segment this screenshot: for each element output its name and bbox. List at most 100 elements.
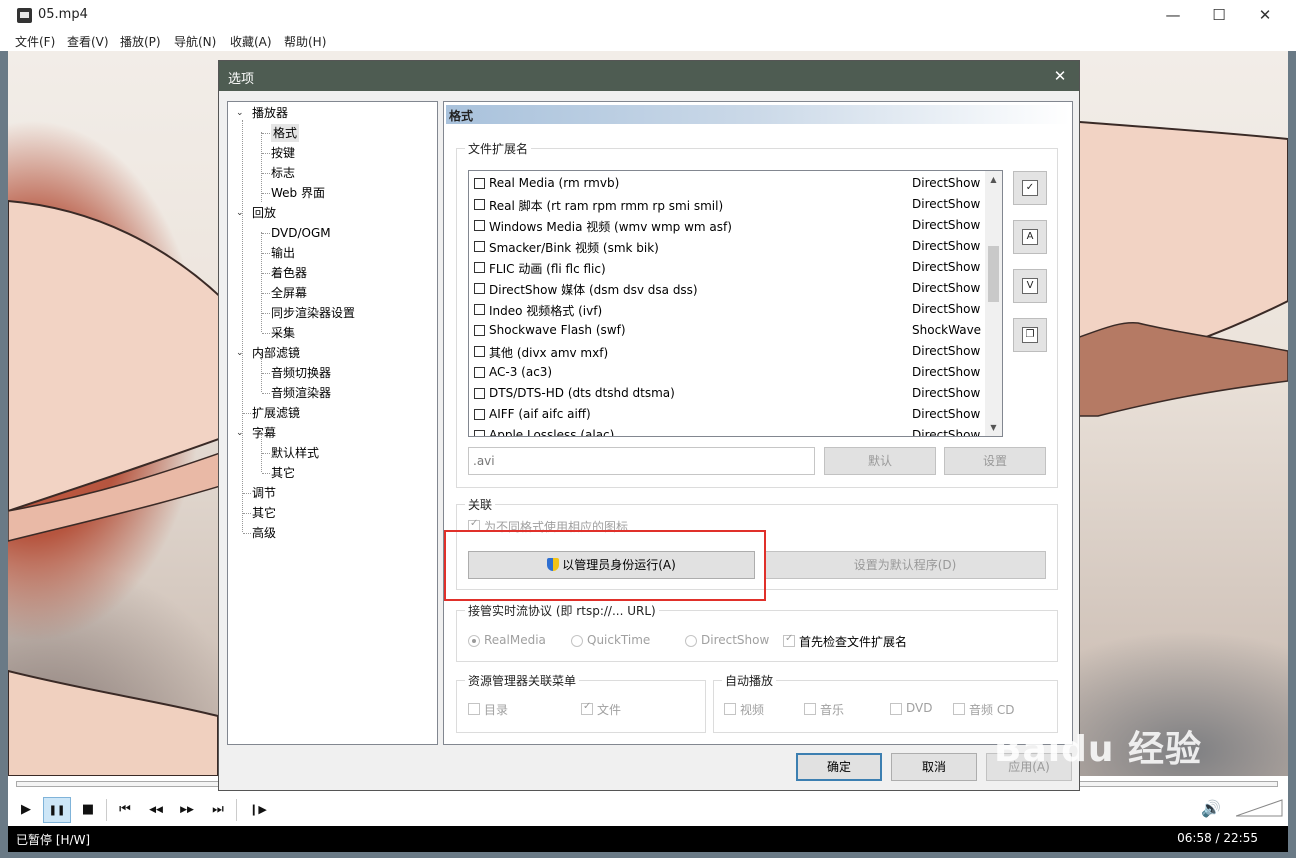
format-row[interactable]: AIFF (aif aifc aiff) DirectShow	[469, 404, 986, 425]
explorer-file-checkbox[interactable]	[581, 701, 593, 715]
default-button[interactable]: 默认	[824, 447, 936, 475]
tree-expand-icon[interactable]: ⌄	[236, 104, 244, 122]
autoplay-audiocd-checkbox[interactable]	[953, 703, 965, 715]
tree-item[interactable]: 其它	[252, 504, 276, 522]
previous-button[interactable]: ⏮	[111, 797, 139, 823]
format-checkbox[interactable]	[474, 367, 485, 378]
format-checkbox[interactable]	[474, 430, 485, 436]
tree-item[interactable]: 标志	[271, 164, 295, 182]
format-checkbox[interactable]	[474, 346, 485, 357]
format-checkbox[interactable]	[474, 178, 485, 189]
close-window-button[interactable]: ✕	[1242, 0, 1288, 31]
extension-input[interactable]: .avi	[468, 447, 815, 475]
video-formats-button[interactable]: V	[1013, 269, 1047, 303]
format-row[interactable]: AC-3 (ac3) DirectShow	[469, 362, 986, 383]
format-row[interactable]: Windows Media 视频 (wmv wmp wm asf) DirectS…	[469, 215, 986, 236]
list-scrollbar[interactable]: ▲ ▼	[985, 171, 1002, 436]
format-row[interactable]: Real Media (rm rmvb) DirectShow	[469, 173, 986, 194]
format-checkbox[interactable]	[474, 388, 485, 399]
tree-item[interactable]: 输出	[271, 244, 295, 262]
tree-item[interactable]: 扩展滤镜	[252, 404, 300, 422]
format-row[interactable]: Real 脚本 (rt ram rpm rmm rp smi smil) Dire…	[469, 194, 986, 215]
format-row[interactable]: Smacker/Bink 视频 (smk bik) DirectShow	[469, 236, 986, 257]
format-row[interactable]: 其他 (divx amv mxf) DirectShow	[469, 341, 986, 362]
tree-item[interactable]: 高级	[252, 524, 276, 542]
page-header-title: 格式	[449, 109, 474, 123]
tree-item[interactable]: 回放	[252, 204, 276, 222]
format-list[interactable]: Real Media (rm rmvb) DirectShow Real 脚本 (r…	[468, 170, 1003, 437]
tree-item[interactable]: DVD/OGM	[271, 224, 331, 242]
scroll-down-icon[interactable]: ▼	[985, 419, 1002, 436]
play-button[interactable]: ▶	[12, 797, 40, 823]
menu-favorites[interactable]: 收藏(A)	[230, 33, 272, 50]
autoplay-video-checkbox[interactable]	[724, 703, 736, 715]
ok-button[interactable]: 确定	[796, 753, 882, 781]
copy-formats-button[interactable]: ❐	[1013, 318, 1047, 352]
check-extension-first-checkbox[interactable]	[783, 633, 795, 647]
tree-item[interactable]: 其它	[271, 464, 295, 482]
tree-expand-icon[interactable]: ⌄	[236, 204, 244, 222]
audio-formats-button[interactable]: A	[1013, 220, 1047, 254]
tree-item[interactable]: 同步渲染器设置	[271, 304, 355, 322]
separator	[236, 799, 237, 821]
scroll-up-icon[interactable]: ▲	[985, 171, 1002, 188]
maximize-button[interactable]: ☐	[1196, 0, 1242, 31]
tree-item[interactable]: 字幕	[252, 424, 276, 442]
explorer-folder-checkbox[interactable]	[468, 703, 480, 715]
stop-button[interactable]: ■	[74, 797, 102, 823]
format-row[interactable]: Indeo 视频格式 (ivf) DirectShow	[469, 299, 986, 320]
scroll-thumb[interactable]	[988, 246, 999, 302]
tree-expand-icon[interactable]: ⌄	[236, 424, 244, 442]
format-checkbox[interactable]	[474, 283, 485, 294]
cancel-button[interactable]: 取消	[891, 753, 977, 781]
minimize-button[interactable]: —	[1150, 0, 1196, 31]
next-button[interactable]: ⏭	[204, 797, 232, 823]
rewind-button[interactable]: ◀◀	[142, 797, 170, 823]
autoplay-dvd-checkbox[interactable]	[890, 703, 902, 715]
set-default-program-button[interactable]: 设置为默认程序(D)	[764, 551, 1046, 579]
format-row[interactable]: FLIC 动画 (fli flc flic) DirectShow	[469, 257, 986, 278]
pause-button[interactable]: ❚❚	[43, 797, 71, 823]
radio-directshow[interactable]	[685, 635, 697, 647]
settings-button[interactable]: 设置	[944, 447, 1046, 475]
check-all-button[interactable]: ✓	[1013, 171, 1047, 205]
format-checkbox[interactable]	[474, 199, 485, 210]
radio-quicktime[interactable]	[571, 635, 583, 647]
tree-item[interactable]: 音频渲染器	[271, 384, 331, 402]
format-handler: DirectShow	[912, 197, 981, 211]
format-checkbox[interactable]	[474, 262, 485, 273]
tree-connector	[262, 293, 270, 294]
format-checkbox[interactable]	[474, 241, 485, 252]
tree-item[interactable]: 调节	[252, 484, 276, 502]
format-row[interactable]: DirectShow 媒体 (dsm dsv dsa dss) DirectSho…	[469, 278, 986, 299]
format-checkbox[interactable]	[474, 409, 485, 420]
tree-item[interactable]: 全屏幕	[271, 284, 307, 302]
menu-view[interactable]: 查看(V)	[67, 33, 109, 50]
explorer-file-label: 文件	[597, 703, 622, 717]
tree-item[interactable]: 音频切换器	[271, 364, 331, 382]
forward-button[interactable]: ▶▶	[173, 797, 201, 823]
tree-expand-icon[interactable]: ⌄	[236, 344, 244, 362]
radio-realmedia[interactable]	[468, 635, 480, 647]
tree-item[interactable]: 着色器	[271, 264, 307, 282]
menu-file[interactable]: 文件(F)	[15, 33, 55, 50]
menu-navigate[interactable]: 导航(N)	[174, 33, 216, 50]
format-checkbox[interactable]	[474, 325, 485, 336]
menu-play[interactable]: 播放(P)	[120, 33, 161, 50]
menu-help[interactable]: 帮助(H)	[284, 33, 326, 50]
tree-item[interactable]: 播放器	[252, 104, 288, 122]
format-row[interactable]: Shockwave Flash (swf) ShockWave	[469, 320, 986, 341]
format-row[interactable]: Apple Lossless (alac) DirectShow	[469, 425, 986, 436]
tree-item[interactable]: 采集	[271, 324, 295, 342]
tree-item[interactable]: 格式	[271, 124, 300, 142]
tree-item[interactable]: 默认样式	[271, 444, 319, 462]
format-row[interactable]: DTS/DTS-HD (dts dtshd dtsma) DirectShow	[469, 383, 986, 404]
frame-step-button[interactable]: ❙▶	[244, 797, 272, 823]
format-checkbox[interactable]	[474, 220, 485, 231]
format-checkbox[interactable]	[474, 304, 485, 315]
tree-item[interactable]: 内部滤镜	[252, 344, 300, 362]
dialog-close-button[interactable]: ✕	[1049, 65, 1071, 87]
autoplay-music-checkbox[interactable]	[804, 703, 816, 715]
tree-item[interactable]: 按键	[271, 144, 295, 162]
tree-item[interactable]: Web 界面	[271, 184, 325, 202]
